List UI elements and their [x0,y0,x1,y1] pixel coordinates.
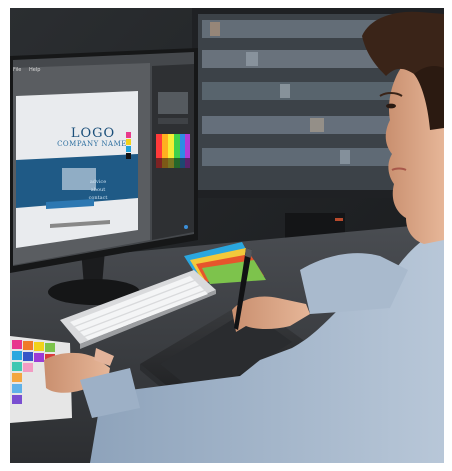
scene-illustration [10,8,444,463]
screen-company-name: COMPANY NAME [57,140,127,148]
menu-file: File [13,67,22,73]
menu-help: Help [28,67,41,73]
screen-menu-item: contact [88,195,108,201]
screen-menu-item: about [90,187,106,193]
photo: File Help LOGO COMPANY NAME advice about… [10,8,444,463]
screen-logo-text: LOGO [70,126,116,141]
app-menubar: File Help [13,67,46,73]
screen-menu: advice about contact [68,178,128,202]
screen-menu-item: advice [89,179,107,185]
